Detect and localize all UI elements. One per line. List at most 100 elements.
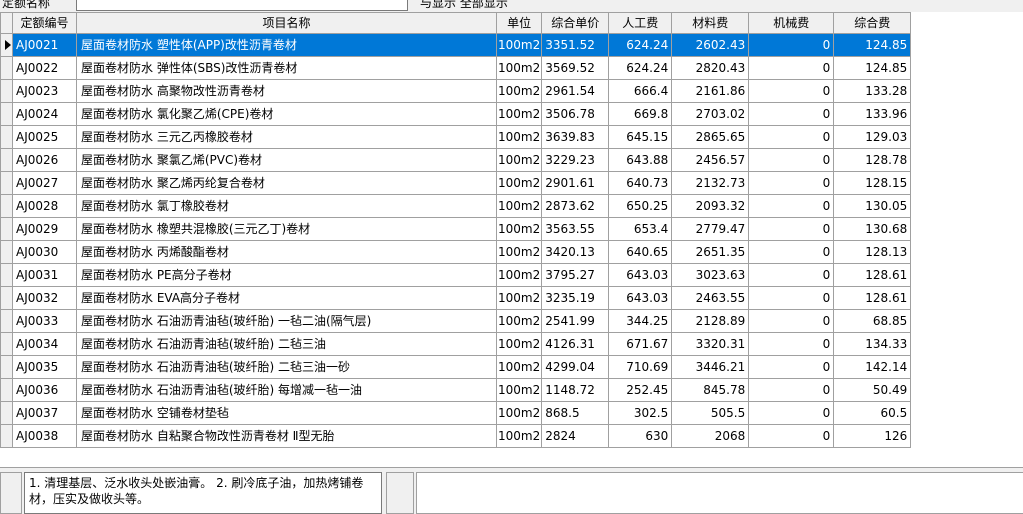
cell-name[interactable]: 屋面卷材防水 自粘聚合物改性沥青卷材 Ⅱ型无胎 bbox=[76, 424, 497, 448]
cell-code[interactable]: AJ0031 bbox=[12, 263, 77, 287]
col-header-overhead[interactable]: 综合费 bbox=[833, 12, 912, 34]
cell-code[interactable]: AJ0035 bbox=[12, 355, 77, 379]
cell-labor[interactable]: 645.15 bbox=[608, 125, 673, 149]
cell-code[interactable]: AJ0021 bbox=[12, 33, 77, 57]
cell-machine[interactable]: 0 bbox=[748, 102, 835, 126]
cell-overhead[interactable]: 128.61 bbox=[833, 286, 912, 310]
table-row[interactable]: AJ0027 屋面卷材防水 聚乙烯丙纶复合卷材 100m2 2901.61 640.73… bbox=[0, 171, 912, 195]
row-indicator[interactable] bbox=[0, 148, 13, 172]
row-indicator[interactable] bbox=[0, 125, 13, 149]
cell-code[interactable]: AJ0029 bbox=[12, 217, 77, 241]
cell-labor[interactable]: 302.5 bbox=[608, 401, 673, 425]
table-row[interactable]: AJ0022 屋面卷材防水 弹性体(SBS)改性沥青卷材 100m2 3569.52 6… bbox=[0, 56, 912, 80]
table-row[interactable]: AJ0038 屋面卷材防水 自粘聚合物改性沥青卷材 Ⅱ型无胎 100m2 2824 63… bbox=[0, 424, 912, 448]
cell-unit-price[interactable]: 2873.62 bbox=[541, 194, 610, 218]
cell-material[interactable]: 2779.47 bbox=[671, 217, 750, 241]
row-indicator[interactable] bbox=[0, 79, 13, 103]
cell-machine[interactable]: 0 bbox=[748, 286, 835, 310]
cell-code[interactable]: AJ0038 bbox=[12, 424, 77, 448]
cell-machine[interactable]: 0 bbox=[748, 194, 835, 218]
cell-code[interactable]: AJ0026 bbox=[12, 148, 77, 172]
table-row[interactable]: AJ0025 屋面卷材防水 三元乙丙橡胶卷材 100m2 3639.83 645.15 2… bbox=[0, 125, 912, 149]
row-indicator[interactable] bbox=[0, 33, 13, 57]
cell-labor[interactable]: 624.24 bbox=[608, 33, 673, 57]
cell-name[interactable]: 屋面卷材防水 PE高分子卷材 bbox=[76, 263, 497, 287]
cell-unit-price[interactable]: 2901.61 bbox=[541, 171, 610, 195]
cell-unit[interactable]: 100m2 bbox=[495, 102, 543, 126]
cell-unit[interactable]: 100m2 bbox=[495, 309, 543, 333]
cell-name[interactable]: 屋面卷材防水 氯丁橡胶卷材 bbox=[76, 194, 497, 218]
cell-overhead[interactable]: 130.68 bbox=[833, 217, 912, 241]
table-row[interactable]: AJ0034 屋面卷材防水 石油沥青油毡(玻纤胎) 二毡三油 100m2 4126.3… bbox=[0, 332, 912, 356]
cell-name[interactable]: 屋面卷材防水 聚氯乙烯(PVC)卷材 bbox=[76, 148, 497, 172]
col-header-unit-price[interactable]: 综合单价 bbox=[541, 12, 610, 34]
cell-unit-price[interactable]: 3569.52 bbox=[541, 56, 610, 80]
cell-name[interactable]: 屋面卷材防水 塑性体(APP)改性沥青卷材 bbox=[76, 33, 497, 57]
cell-unit-price[interactable]: 2824 bbox=[541, 424, 610, 448]
cell-unit[interactable]: 100m2 bbox=[495, 424, 543, 448]
cell-unit-price[interactable]: 3235.19 bbox=[541, 286, 610, 310]
table-row[interactable]: AJ0037 屋面卷材防水 空铺卷材垫毡 100m2 868.5 302.5 505.5 0… bbox=[0, 401, 912, 425]
cell-name[interactable]: 屋面卷材防水 石油沥青油毡(玻纤胎) 每增减一毡一油 bbox=[76, 378, 497, 402]
cell-name[interactable]: 屋面卷材防水 高聚物改性沥青卷材 bbox=[76, 79, 497, 103]
cell-overhead[interactable]: 68.85 bbox=[833, 309, 912, 333]
cell-name[interactable]: 屋面卷材防水 EVA高分子卷材 bbox=[76, 286, 497, 310]
cell-labor[interactable]: 671.67 bbox=[608, 332, 673, 356]
row-indicator[interactable] bbox=[0, 194, 13, 218]
cell-overhead[interactable]: 128.15 bbox=[833, 171, 912, 195]
cell-material[interactable]: 2820.43 bbox=[671, 56, 750, 80]
row-indicator[interactable] bbox=[0, 56, 13, 80]
cell-machine[interactable]: 0 bbox=[748, 240, 835, 264]
cell-name[interactable]: 屋面卷材防水 聚乙烯丙纶复合卷材 bbox=[76, 171, 497, 195]
cell-unit[interactable]: 100m2 bbox=[495, 148, 543, 172]
table-row[interactable]: AJ0026 屋面卷材防水 聚氯乙烯(PVC)卷材 100m2 3229.23 643.… bbox=[0, 148, 912, 172]
cell-unit[interactable]: 100m2 bbox=[495, 355, 543, 379]
quota-grid[interactable]: 定额编号 项目名称 单位 综合单价 人工费 材料费 机械费 综合费 AJ0021… bbox=[0, 12, 1023, 467]
cell-unit-price[interactable]: 3351.52 bbox=[541, 33, 610, 57]
col-header-material[interactable]: 材料费 bbox=[671, 12, 750, 34]
cell-unit[interactable]: 100m2 bbox=[495, 240, 543, 264]
cell-unit-price[interactable]: 2961.54 bbox=[541, 79, 610, 103]
cell-unit-price[interactable]: 4126.31 bbox=[541, 332, 610, 356]
cell-name[interactable]: 屋面卷材防水 橡塑共混橡胶(三元乙丁)卷材 bbox=[76, 217, 497, 241]
cell-overhead[interactable]: 142.14 bbox=[833, 355, 912, 379]
row-indicator[interactable] bbox=[0, 263, 13, 287]
cell-material[interactable]: 505.5 bbox=[671, 401, 750, 425]
row-indicator[interactable] bbox=[0, 171, 13, 195]
col-header-name[interactable]: 项目名称 bbox=[76, 12, 497, 34]
row-indicator[interactable] bbox=[0, 424, 13, 448]
row-indicator[interactable] bbox=[0, 309, 13, 333]
cell-material[interactable]: 3320.31 bbox=[671, 332, 750, 356]
col-header-machine[interactable]: 机械费 bbox=[748, 12, 835, 34]
cell-material[interactable]: 3023.63 bbox=[671, 263, 750, 287]
cell-name[interactable]: 屋面卷材防水 石油沥青油毡(玻纤胎) 二毡三油 bbox=[76, 332, 497, 356]
cell-machine[interactable]: 0 bbox=[748, 401, 835, 425]
table-row[interactable]: AJ0021 屋面卷材防水 塑性体(APP)改性沥青卷材 100m2 3351.52 6… bbox=[0, 33, 912, 57]
cell-unit-price[interactable]: 3420.13 bbox=[541, 240, 610, 264]
cell-labor[interactable]: 650.25 bbox=[608, 194, 673, 218]
cell-material[interactable]: 3446.21 bbox=[671, 355, 750, 379]
cell-labor[interactable]: 643.03 bbox=[608, 263, 673, 287]
cell-unit-price[interactable]: 4299.04 bbox=[541, 355, 610, 379]
cell-labor[interactable]: 640.73 bbox=[608, 171, 673, 195]
cell-code[interactable]: AJ0025 bbox=[12, 125, 77, 149]
cell-machine[interactable]: 0 bbox=[748, 125, 835, 149]
table-row[interactable]: AJ0023 屋面卷材防水 高聚物改性沥青卷材 100m2 2961.54 666.4 2… bbox=[0, 79, 912, 103]
cell-unit-price[interactable]: 3795.27 bbox=[541, 263, 610, 287]
row-indicator[interactable] bbox=[0, 378, 13, 402]
cell-unit[interactable]: 100m2 bbox=[495, 332, 543, 356]
cell-material[interactable]: 2865.65 bbox=[671, 125, 750, 149]
row-indicator[interactable] bbox=[0, 217, 13, 241]
row-indicator[interactable] bbox=[0, 401, 13, 425]
cell-unit-price[interactable]: 1148.72 bbox=[541, 378, 610, 402]
cell-overhead[interactable]: 128.78 bbox=[833, 148, 912, 172]
cell-overhead[interactable]: 126 bbox=[833, 424, 912, 448]
cell-material[interactable]: 2068 bbox=[671, 424, 750, 448]
cell-unit-price[interactable]: 2541.99 bbox=[541, 309, 610, 333]
row-indicator[interactable] bbox=[0, 286, 13, 310]
cell-unit-price[interactable]: 868.5 bbox=[541, 401, 610, 425]
cell-overhead[interactable]: 134.33 bbox=[833, 332, 912, 356]
cell-material[interactable]: 2128.89 bbox=[671, 309, 750, 333]
cell-machine[interactable]: 0 bbox=[748, 148, 835, 172]
cell-material[interactable]: 2703.02 bbox=[671, 102, 750, 126]
